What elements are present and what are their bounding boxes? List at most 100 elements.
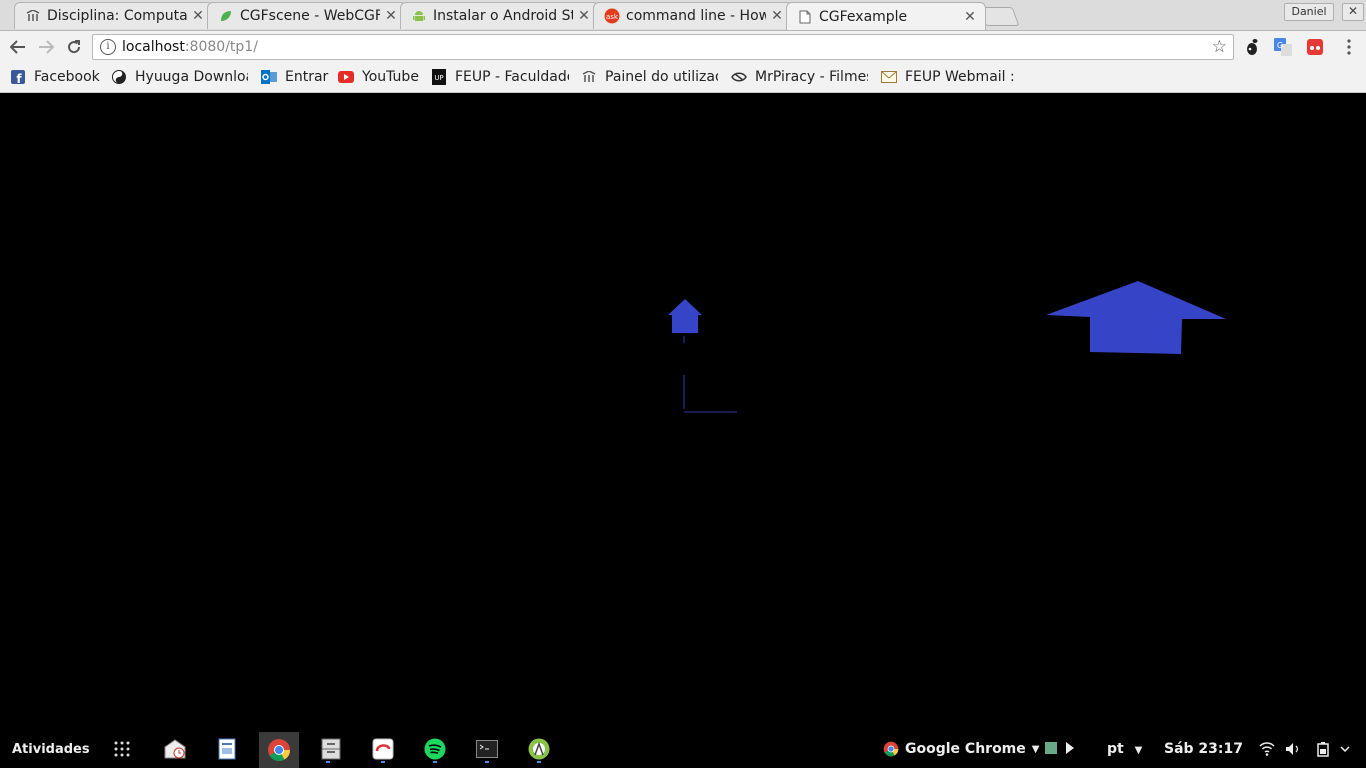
- bookmark-painel[interactable]: Painel do utilizad: [581, 68, 718, 86]
- facebook-icon: f: [10, 69, 26, 85]
- dock-chrome[interactable]: [259, 732, 299, 768]
- running-indicator: [433, 761, 437, 763]
- chrome-icon: [268, 739, 290, 761]
- app-menu-label: Google Chrome: [905, 741, 1026, 757]
- android-studio-icon: [528, 738, 550, 760]
- bookmark-entrar[interactable]: Entrar: [261, 68, 331, 86]
- bookmark-label: Facebook: [34, 69, 100, 85]
- language-label: pt: [1107, 741, 1124, 757]
- android-icon: [411, 8, 427, 24]
- small-house-shape: [668, 299, 702, 333]
- tab-strip: Disciplina: Computaç ✕ CGFscene - WebCGF…: [0, 0, 1366, 31]
- clock[interactable]: Sáb 23:17: [1164, 741, 1243, 757]
- url-host: localhost: [122, 39, 185, 55]
- terminal-icon: [476, 740, 498, 758]
- bookmark-label: YouTube: [362, 69, 419, 85]
- tab-android[interactable]: Instalar o Android St ✕: [400, 2, 600, 29]
- tab-title: Instalar o Android St: [433, 8, 573, 24]
- tab-title: CGFexample: [819, 8, 908, 25]
- bookmark-star-icon[interactable]: ☆: [1212, 37, 1227, 57]
- leaf-icon: [218, 8, 234, 24]
- tab-disciplina[interactable]: Disciplina: Computaç ✕: [14, 2, 214, 29]
- chrome-small-icon: [883, 741, 899, 757]
- bookmarks-bar: f Facebook Hyuuga Downloa Entrar YouTube…: [0, 63, 1366, 93]
- app-grid-icon: [114, 741, 130, 757]
- bookmark-youtube[interactable]: YouTube: [338, 68, 423, 86]
- extension-red-icon[interactable]: [1306, 38, 1324, 56]
- large-house-shape: [1046, 281, 1226, 354]
- bookmark-feup[interactable]: UP FEUP - Faculdade: [431, 68, 569, 86]
- mail-clock-icon: [164, 739, 186, 759]
- reload-button[interactable]: [63, 36, 85, 58]
- arrow-right-icon: [39, 40, 54, 54]
- bookmark-label: FEUP Webmail ::: [905, 69, 1016, 85]
- bookmark-label: Hyuuga Downloa: [135, 69, 248, 85]
- running-indicator: [485, 761, 489, 763]
- toolbar: i localhost:8080/tp1/ ☆ G: [0, 31, 1366, 63]
- up-icon: UP: [431, 69, 447, 85]
- yin-yang-icon: [111, 69, 127, 85]
- tab-askubuntu[interactable]: ask command line - How ✕: [593, 2, 793, 29]
- mrpiracy-icon: [731, 69, 747, 85]
- media-play-icon: [1045, 742, 1074, 754]
- close-tab-icon[interactable]: ✕: [577, 8, 591, 24]
- page-icon: [797, 9, 813, 25]
- app-grid-button[interactable]: [107, 735, 137, 763]
- bookmark-mrpiracy[interactable]: MrPiracy - Filmes: [731, 68, 868, 86]
- menu-kebab-icon[interactable]: [1340, 38, 1358, 56]
- bookmark-label: Entrar: [285, 69, 329, 85]
- dock-spotify[interactable]: [420, 735, 450, 763]
- chevron-down-icon: ▼: [1031, 743, 1040, 755]
- bookmark-label: MrPiracy - Filmes: [755, 69, 868, 85]
- translate-extension-icon[interactable]: G: [1274, 38, 1292, 56]
- dock-files[interactable]: [316, 735, 346, 763]
- bookmark-hyuuga[interactable]: Hyuuga Downloa: [111, 68, 248, 86]
- svg-text:UP: UP: [434, 74, 443, 82]
- spotify-icon: [424, 738, 446, 760]
- youtube-icon: [338, 69, 354, 85]
- running-indicator: [326, 761, 330, 763]
- close-tab-icon[interactable]: ✕: [963, 9, 977, 25]
- address-bar[interactable]: i localhost:8080/tp1/ ☆: [92, 34, 1234, 60]
- reload-icon: [68, 40, 81, 54]
- tab-cgfscene[interactable]: CGFscene - WebCGF ✕: [207, 2, 407, 29]
- window-close-button[interactable]: ✕: [1342, 3, 1364, 21]
- running-indicator: [381, 761, 385, 763]
- dock-android-studio[interactable]: [524, 735, 554, 763]
- app-menu[interactable]: Google Chrome ▼: [883, 741, 1039, 757]
- document-icon: [218, 738, 236, 760]
- scene-svg: [668, 281, 1226, 413]
- language-selector[interactable]: pt ▼: [1107, 741, 1142, 757]
- dock-terminal[interactable]: [472, 735, 502, 763]
- close-tab-icon[interactable]: ✕: [770, 8, 784, 24]
- bookmark-label: Painel do utilizad: [605, 69, 718, 85]
- system-tray[interactable]: [1259, 741, 1354, 761]
- svg-text:G: G: [1277, 41, 1283, 50]
- gnome-extension-icon[interactable]: [1243, 38, 1261, 56]
- dock-software[interactable]: [368, 735, 398, 763]
- close-tab-icon[interactable]: ✕: [384, 8, 398, 24]
- chevron-down-icon: ▼: [1134, 745, 1143, 756]
- outlook-icon: [261, 69, 277, 85]
- info-icon[interactable]: i: [100, 39, 116, 55]
- dock-mail-app[interactable]: [160, 735, 190, 763]
- media-indicator[interactable]: [1044, 740, 1078, 760]
- forward-button[interactable]: [35, 36, 57, 58]
- software-center-icon: [372, 738, 394, 760]
- feup-icon: [25, 8, 41, 24]
- tab-cgfexample[interactable]: CGFexample ✕: [786, 2, 986, 30]
- profile-button[interactable]: Daniel: [1284, 3, 1334, 21]
- running-indicator: [537, 761, 541, 763]
- tab-title: CGFscene - WebCGF: [240, 8, 380, 24]
- dock-document-viewer[interactable]: [212, 735, 242, 763]
- taskbar: Atividades Google Chrome ▼ pt ▼ Sáb 23:1…: [0, 730, 1366, 768]
- close-tab-icon[interactable]: ✕: [191, 8, 205, 24]
- activities-button[interactable]: Atividades: [12, 742, 90, 757]
- bookmark-webmail[interactable]: FEUP Webmail ::: [881, 68, 1016, 86]
- mail-icon: [881, 69, 897, 85]
- webgl-canvas[interactable]: [0, 93, 1366, 730]
- bookmark-facebook[interactable]: f Facebook: [10, 68, 105, 86]
- back-button[interactable]: [7, 36, 29, 58]
- tab-title: command line - How: [626, 8, 766, 24]
- arrow-left-icon: [10, 40, 25, 54]
